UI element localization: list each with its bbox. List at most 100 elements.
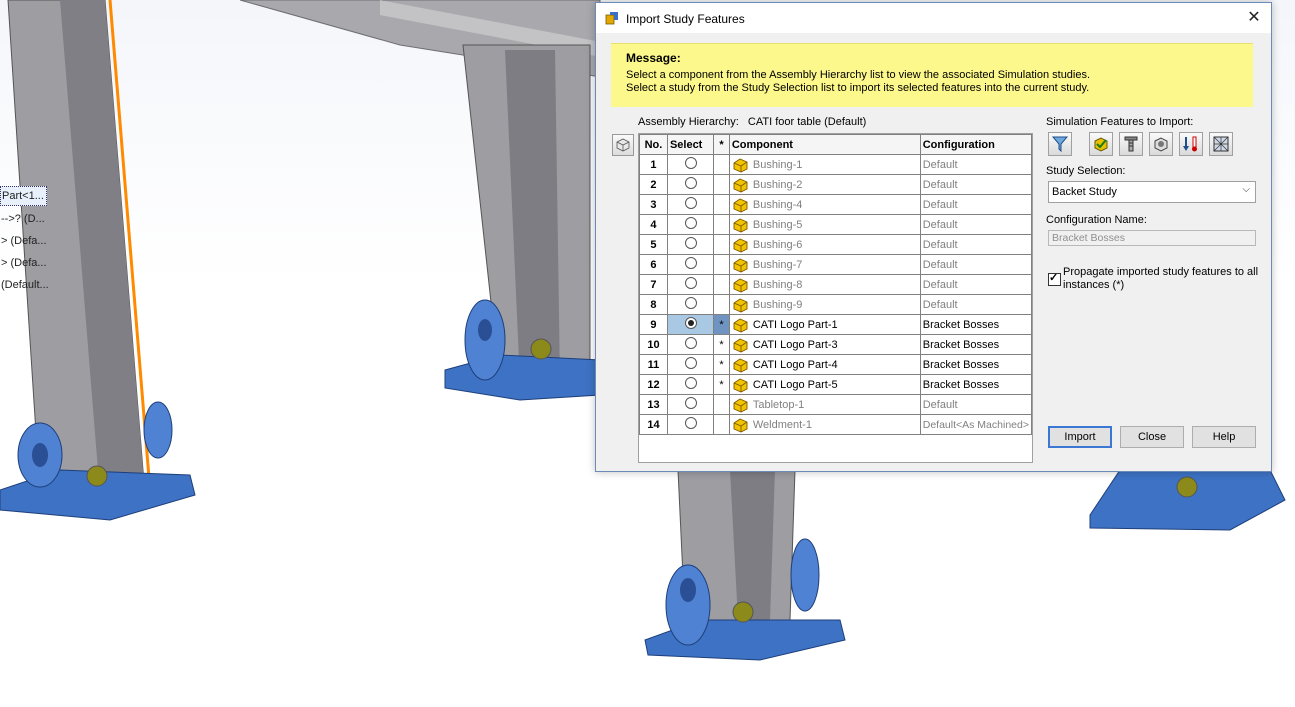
part-icon	[733, 277, 748, 292]
row-select-cell[interactable]	[666, 214, 715, 235]
row-select-cell[interactable]	[666, 334, 715, 355]
row-select-cell[interactable]	[666, 314, 715, 335]
row-select-cell[interactable]	[666, 194, 715, 215]
table-row[interactable]: 7 Bushing-8 Default	[639, 274, 1033, 295]
row-select-radio[interactable]	[684, 197, 697, 210]
tree-item[interactable]: (Default...	[0, 274, 60, 296]
column-header-component[interactable]: Component	[728, 134, 921, 155]
row-component-cell[interactable]: Tabletop-1	[728, 394, 921, 415]
row-select-radio[interactable]	[684, 357, 697, 370]
import-button[interactable]: Import	[1048, 426, 1112, 448]
row-select-cell[interactable]	[666, 394, 715, 415]
row-component-cell[interactable]: Bushing-8	[728, 274, 921, 295]
row-select-radio[interactable]	[684, 297, 697, 310]
row-select-radio[interactable]	[684, 177, 697, 190]
row-component-cell[interactable]: Bushing-9	[728, 294, 921, 315]
close-button[interactable]: Close	[1120, 426, 1184, 448]
part-icon	[733, 157, 748, 172]
materials-button[interactable]	[1089, 132, 1113, 156]
assembly-tree-button[interactable]	[612, 134, 634, 156]
table-row[interactable]: 12 * CATI Logo Part-5 Bracket Bosses	[639, 374, 1033, 395]
fixtures-button[interactable]	[1149, 132, 1173, 156]
tree-item[interactable]: > (Defa...	[0, 252, 60, 274]
connectors-icon	[1124, 136, 1138, 152]
table-row[interactable]: 6 Bushing-7 Default	[639, 254, 1033, 275]
row-component: Bushing-5	[752, 218, 803, 231]
row-select-radio[interactable]	[684, 337, 697, 350]
row-component-cell[interactable]: Bushing-6	[728, 234, 921, 255]
row-select-radio[interactable]	[684, 237, 697, 250]
row-select-radio[interactable]	[684, 377, 697, 390]
tree-item[interactable]: > (Defa...	[0, 230, 60, 252]
tree-item[interactable]: -->? (D...	[0, 208, 60, 230]
table-row[interactable]: 10 * CATI Logo Part-3 Bracket Bosses	[639, 334, 1033, 355]
table-row[interactable]: 4 Bushing-5 Default	[639, 214, 1033, 235]
row-select-cell[interactable]	[666, 414, 715, 435]
close-icon[interactable]: ✕	[1243, 7, 1265, 29]
row-select-radio[interactable]	[684, 157, 697, 170]
simulation-app-icon	[605, 12, 618, 25]
table-row[interactable]: 5 Bushing-6 Default	[639, 234, 1033, 255]
row-component-cell[interactable]: Bushing-2	[728, 174, 921, 195]
row-select-cell[interactable]	[666, 174, 715, 195]
row-component-cell[interactable]: CATI Logo Part-1	[728, 314, 921, 335]
column-header-select[interactable]: Select	[666, 134, 715, 155]
row-number: 7	[639, 274, 668, 295]
filter-button[interactable]	[1048, 132, 1072, 156]
assembly-hierarchy-caption: Assembly Hierarchy:	[638, 116, 739, 128]
row-select-cell[interactable]	[666, 234, 715, 255]
row-component-cell[interactable]: CATI Logo Part-4	[728, 354, 921, 375]
row-component-cell[interactable]: CATI Logo Part-5	[728, 374, 921, 395]
row-component-cell[interactable]: CATI Logo Part-3	[728, 334, 921, 355]
connectors-button[interactable]	[1119, 132, 1143, 156]
row-select-radio[interactable]	[684, 217, 697, 230]
row-select-cell[interactable]	[666, 274, 715, 295]
row-select-radio[interactable]	[684, 317, 697, 330]
table-row[interactable]: 9 * CATI Logo Part-1 Bracket Bosses	[639, 314, 1033, 335]
propagate-checkbox[interactable]	[1048, 271, 1061, 286]
tree-item[interactable]: Part<1...	[0, 186, 47, 206]
row-component: CATI Logo Part-1	[752, 318, 838, 331]
help-button[interactable]: Help	[1192, 426, 1256, 448]
table-row[interactable]: 11 * CATI Logo Part-4 Bracket Bosses	[639, 354, 1033, 375]
row-number: 5	[639, 234, 668, 255]
study-selection-dropdown[interactable]: Backet Study ⌵	[1048, 181, 1256, 203]
row-select-radio[interactable]	[684, 417, 697, 430]
row-component-cell[interactable]: Weldment-1	[728, 414, 921, 435]
row-number: 11	[639, 354, 668, 375]
row-select-radio[interactable]	[684, 277, 697, 290]
propagate-label: Propagate imported study features to all…	[1063, 266, 1259, 291]
table-row[interactable]: 13 Tabletop-1 Default	[639, 394, 1033, 415]
cube-icon	[616, 138, 630, 152]
row-configuration: Bracket Bosses	[919, 334, 1033, 355]
table-row[interactable]: 1 Bushing-1 Default	[639, 154, 1033, 175]
part-icon	[733, 357, 748, 372]
table-row[interactable]: 14 Weldment-1 Default<As Machined>	[639, 414, 1033, 435]
table-row[interactable]: 3 Bushing-4 Default	[639, 194, 1033, 215]
row-component: Bushing-1	[752, 158, 803, 171]
row-star	[713, 254, 730, 275]
dialog-titlebar[interactable]: Import Study Features ✕	[596, 3, 1271, 33]
row-select-radio[interactable]	[684, 397, 697, 410]
loads-button[interactable]	[1179, 132, 1203, 156]
table-row[interactable]: 8 Bushing-9 Default	[639, 294, 1033, 315]
row-component-cell[interactable]: Bushing-7	[728, 254, 921, 275]
row-select-cell[interactable]	[666, 354, 715, 375]
row-select-cell[interactable]	[666, 154, 715, 175]
row-component-cell[interactable]: Bushing-5	[728, 214, 921, 235]
column-header-no[interactable]: No.	[639, 134, 668, 155]
row-select-cell[interactable]	[666, 254, 715, 275]
column-header-star[interactable]: *	[713, 134, 730, 155]
row-number: 8	[639, 294, 668, 315]
row-component-cell[interactable]: Bushing-1	[728, 154, 921, 175]
row-component: Bushing-7	[752, 258, 803, 271]
row-configuration: Default	[919, 194, 1033, 215]
table-row[interactable]: 2 Bushing-2 Default	[639, 174, 1033, 195]
row-select-cell[interactable]	[666, 374, 715, 395]
mesh-button[interactable]	[1209, 132, 1233, 156]
row-select-cell[interactable]	[666, 294, 715, 315]
mesh-icon	[1213, 136, 1229, 152]
row-component-cell[interactable]: Bushing-4	[728, 194, 921, 215]
column-header-configuration[interactable]: Configuration	[919, 134, 1033, 155]
row-select-radio[interactable]	[684, 257, 697, 270]
